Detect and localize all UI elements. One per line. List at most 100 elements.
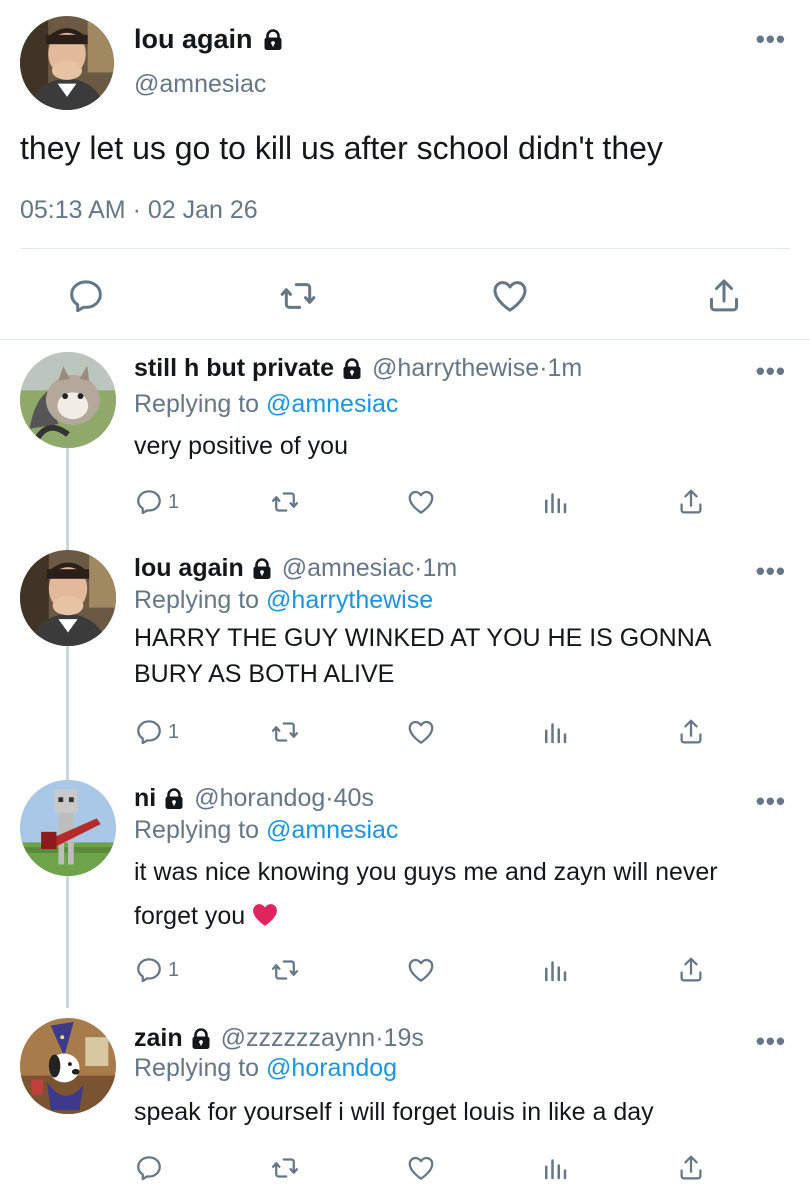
- share-icon[interactable]: [704, 276, 744, 316]
- retweet-button[interactable]: [270, 484, 300, 520]
- retweet-button[interactable]: [270, 1150, 300, 1186]
- avatar[interactable]: [20, 16, 114, 110]
- author-name[interactable]: ni: [134, 784, 156, 813]
- avatar[interactable]: [20, 1018, 116, 1114]
- reply-button[interactable]: 1: [134, 952, 179, 988]
- share-button[interactable]: [676, 1150, 706, 1186]
- author-handle[interactable]: @amnesiac: [134, 70, 266, 99]
- author-handle[interactable]: @amnesiac: [282, 554, 414, 583]
- reply-text-block: it was nice knowing you guys me and zayn…: [134, 850, 734, 938]
- replying-to-label: Replying to: [134, 586, 267, 614]
- more-options-icon[interactable]: •••: [756, 358, 786, 384]
- tweet-text: they let us go to kill us after school d…: [20, 130, 663, 166]
- replying-to-label: Replying to: [134, 1054, 267, 1082]
- heart-icon[interactable]: [490, 276, 530, 316]
- divider: [20, 248, 790, 249]
- author-handle[interactable]: @zzzzzzaynn: [221, 1024, 376, 1053]
- reply-icon: [134, 1153, 164, 1183]
- share-icon: [676, 1153, 706, 1183]
- analytics-button[interactable]: [540, 714, 570, 750]
- reply-tweet[interactable]: zain @zzzzzzaynn · 19s ••• Replying to @…: [0, 1008, 810, 1200]
- like-button[interactable]: [406, 714, 436, 750]
- heart-icon: [406, 1153, 436, 1183]
- retweet-icon: [270, 717, 300, 747]
- more-options-icon[interactable]: •••: [756, 1028, 786, 1054]
- reply-time[interactable]: 1m: [547, 354, 582, 383]
- analytics-button[interactable]: [540, 1150, 570, 1186]
- more-options-icon[interactable]: •••: [756, 26, 786, 52]
- reply-text: HARRY THE GUY WINKED AT YOU HE IS GONNA …: [134, 624, 711, 688]
- reply-tweet[interactable]: still h but private @harrythewise · 1m •…: [0, 340, 810, 556]
- avatar[interactable]: [20, 550, 116, 646]
- mention-link[interactable]: @amnesiac: [266, 390, 398, 418]
- separator: ·: [325, 784, 334, 812]
- reply-icon: [134, 717, 164, 747]
- replying-to: Replying to @amnesiac: [134, 390, 398, 419]
- share-button[interactable]: [676, 484, 706, 520]
- lock-icon: [189, 1027, 213, 1051]
- reply-tweet[interactable]: lou again @amnesiac · 1m ••• Replying to…: [0, 536, 810, 766]
- reply-header: lou again @amnesiac · 1m: [134, 554, 457, 583]
- mention-link[interactable]: @horandog: [266, 1054, 397, 1082]
- analytics-button[interactable]: [540, 484, 570, 520]
- reply-count: 1: [168, 958, 180, 981]
- separator: ·: [539, 354, 548, 382]
- analytics-icon: [540, 487, 570, 517]
- analytics-icon: [540, 955, 570, 985]
- tweet-actions: [0, 268, 810, 324]
- like-button[interactable]: [406, 952, 436, 988]
- author-name-row: lou again: [134, 24, 285, 55]
- mention-link[interactable]: @harrythewise: [266, 586, 433, 614]
- author-name[interactable]: zain: [134, 1024, 183, 1053]
- replying-to: Replying to @harrythewise: [134, 586, 433, 615]
- author-name[interactable]: still h but private: [134, 354, 334, 383]
- reply-button[interactable]: 1: [134, 484, 179, 520]
- reply-tweet[interactable]: ni @horandog · 40s ••• Replying to @amne…: [0, 768, 810, 1008]
- retweet-button[interactable]: [270, 952, 300, 988]
- analytics-button[interactable]: [540, 952, 570, 988]
- replying-to: Replying to @amnesiac: [134, 816, 398, 845]
- retweet-icon[interactable]: [278, 276, 318, 316]
- retweet-icon: [270, 1153, 300, 1183]
- red-heart-emoji-icon: [253, 904, 278, 926]
- mention-link[interactable]: @amnesiac: [266, 816, 398, 844]
- reply-text: speak for yourself i will forget louis i…: [134, 1098, 654, 1126]
- reply-time[interactable]: 1m: [422, 554, 457, 583]
- author-handle[interactable]: @horandog: [194, 784, 325, 813]
- reply-header: still h but private @harrythewise · 1m: [134, 354, 582, 383]
- like-button[interactable]: [406, 1150, 436, 1186]
- share-button[interactable]: [676, 952, 706, 988]
- share-icon: [676, 717, 706, 747]
- author-handle[interactable]: @harrythewise: [372, 354, 539, 383]
- share-button[interactable]: [676, 714, 706, 750]
- like-button[interactable]: [406, 484, 436, 520]
- lock-icon: [340, 357, 364, 381]
- reply-button[interactable]: [134, 1150, 168, 1186]
- avatar[interactable]: [20, 780, 116, 876]
- more-options-icon[interactable]: •••: [756, 558, 786, 584]
- replying-to-label: Replying to: [134, 816, 267, 844]
- author-name[interactable]: lou again: [134, 24, 253, 55]
- reply-header: zain @zzzzzzaynn · 19s: [134, 1024, 424, 1053]
- retweet-icon: [270, 955, 300, 985]
- lock-icon: [250, 557, 274, 581]
- retweet-button[interactable]: [270, 714, 300, 750]
- retweet-icon: [270, 487, 300, 517]
- reply-time[interactable]: 19s: [384, 1024, 424, 1053]
- main-tweet: lou again @amnesiac ••• they let us go t…: [0, 0, 810, 340]
- reply-actions: 1: [134, 952, 734, 992]
- reply-time[interactable]: 40s: [334, 784, 374, 813]
- share-icon: [676, 487, 706, 517]
- tweet-timestamp[interactable]: 05:13 AM · 02 Jan 26: [20, 196, 258, 225]
- lock-icon: [162, 787, 186, 811]
- reply-actions: 1: [134, 484, 734, 524]
- reply-text: very positive of you: [134, 432, 348, 460]
- avatar[interactable]: [20, 352, 116, 448]
- reply-text: it was nice knowing you guys me and zayn…: [134, 858, 718, 930]
- reply-button[interactable]: 1: [134, 714, 179, 750]
- more-options-icon[interactable]: •••: [756, 788, 786, 814]
- reply-icon: [134, 955, 164, 985]
- replying-to: Replying to @horandog: [134, 1054, 397, 1083]
- author-name[interactable]: lou again: [134, 554, 244, 583]
- reply-icon[interactable]: [66, 276, 106, 316]
